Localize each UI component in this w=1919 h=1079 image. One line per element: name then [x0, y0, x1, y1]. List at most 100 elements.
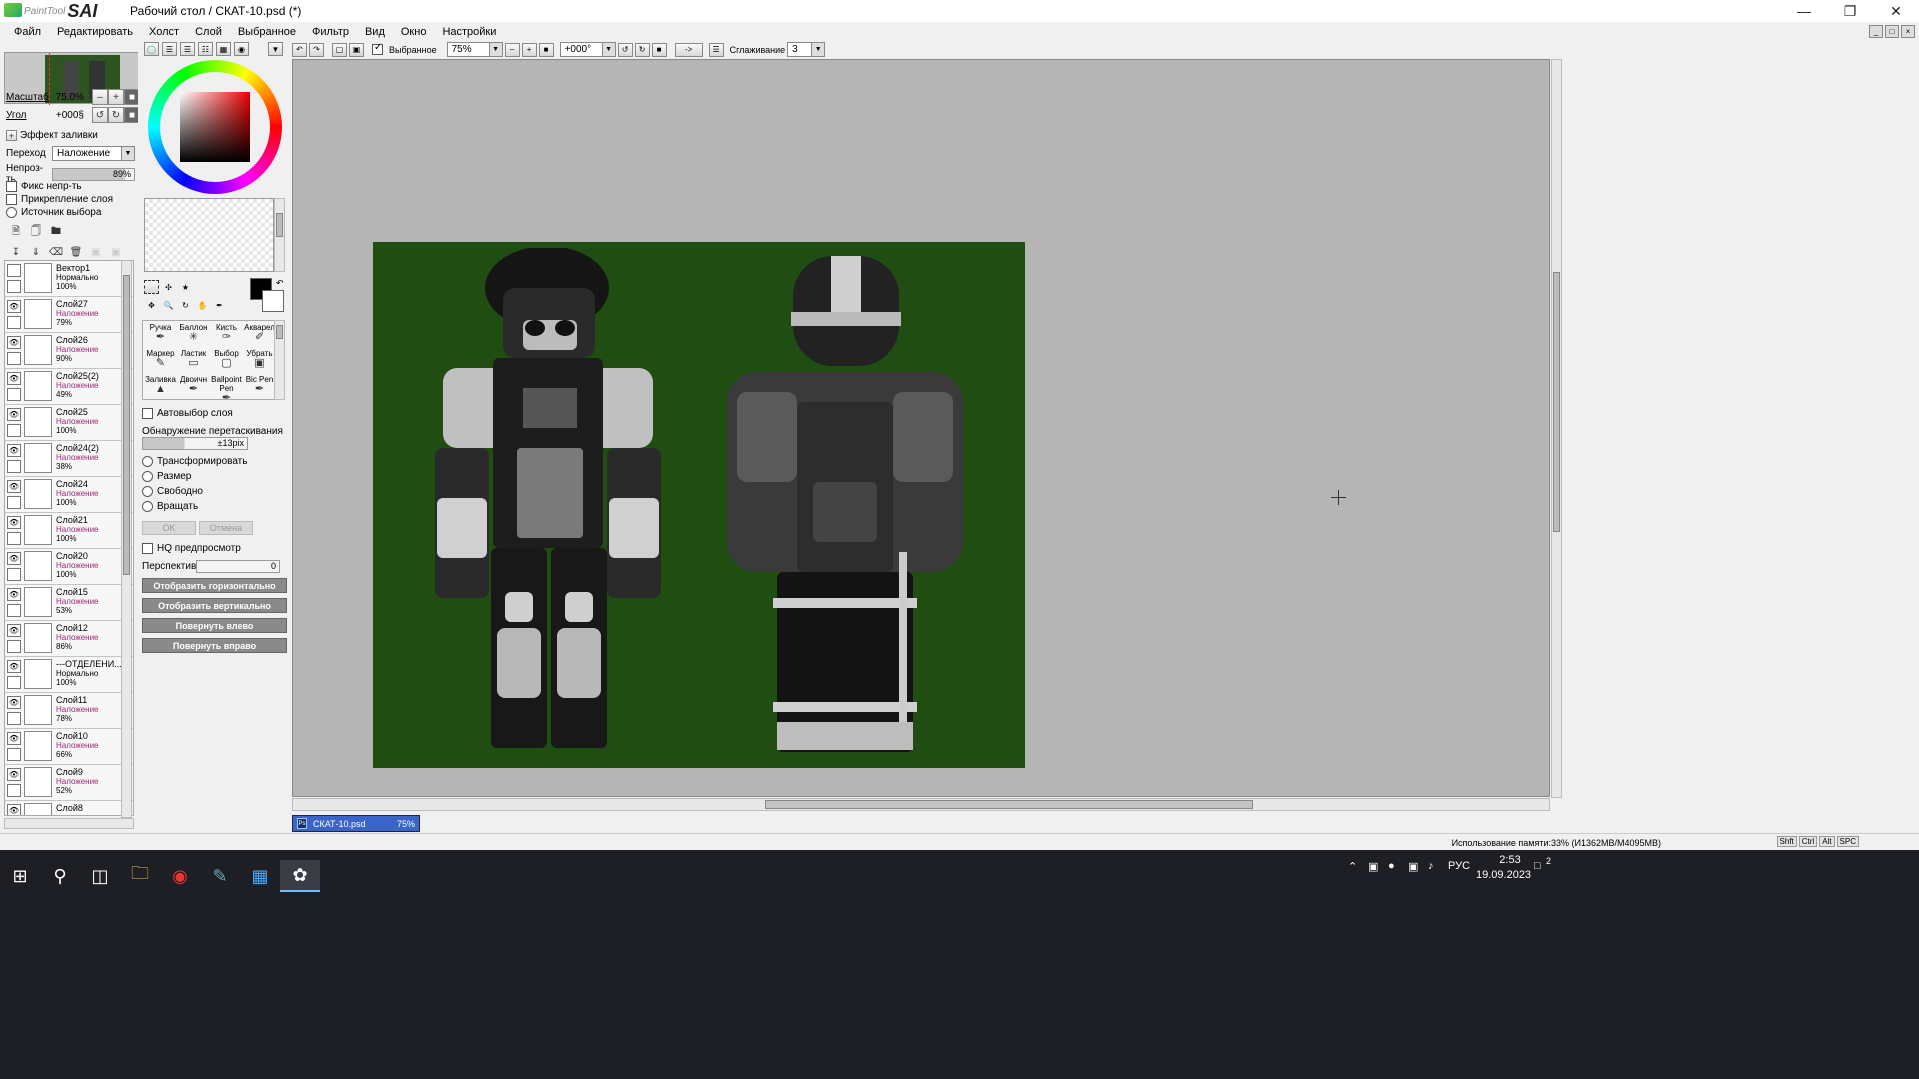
scratchpad-tab-icon[interactable]: ◉ — [234, 42, 249, 56]
language-indicator[interactable]: РУС — [1448, 860, 1470, 872]
saturation-value-square[interactable] — [180, 92, 250, 162]
clip-layer-checkbox[interactable] — [6, 194, 17, 205]
layer-row[interactable]: 👁 Слой10 Наложение 66% — [5, 729, 133, 765]
layer-lock-checkbox[interactable] — [7, 604, 21, 617]
merge-down-icon[interactable]: ⇓ — [28, 244, 44, 260]
tool-fill[interactable]: Заливка ▲ — [144, 375, 177, 401]
eye-icon[interactable]: 👁 — [7, 552, 21, 565]
hq-preview-checkbox[interactable] — [142, 543, 153, 554]
canvas-rotate-reset-icon[interactable]: ■ — [651, 42, 667, 57]
redo-icon[interactable]: ↷ — [309, 42, 324, 57]
perspective-slider[interactable]: 0 — [196, 560, 280, 573]
layer-lock-checkbox[interactable] — [7, 496, 21, 509]
menu-settings[interactable]: Настройки — [434, 26, 504, 38]
painttool-sai-taskbar-icon[interactable]: ✿ — [280, 860, 320, 892]
layer-row[interactable]: 👁 Слой8 — [5, 801, 133, 815]
menu-view[interactable]: Вид — [357, 26, 393, 38]
scratchpad-scrollbar[interactable] — [274, 198, 285, 272]
eye-icon[interactable]: 👁 — [7, 768, 21, 781]
search-icon[interactable]: ⚲ — [40, 860, 80, 892]
layer-row[interactable]: 👁 Слой25(2) Наложение 49% — [5, 369, 133, 405]
canvas-rotate-ccw-icon[interactable]: ↺ — [617, 42, 633, 57]
clock-date[interactable]: 19.09.2023 — [1476, 869, 1531, 881]
selection-source-radio[interactable] — [6, 207, 17, 218]
eye-icon[interactable]: 👁 — [7, 660, 21, 673]
layer-row[interactable]: 👁 Слой26 Наложение 90% — [5, 333, 133, 369]
layer-lock-checkbox[interactable] — [7, 424, 21, 437]
tool-watercolor[interactable]: Акварел ✐ — [243, 323, 276, 349]
document-tab[interactable]: Ps СКАТ-10.psd 75% — [292, 815, 420, 832]
opacity-slider[interactable]: 89% — [52, 167, 135, 181]
eye-icon[interactable]: 👁 — [7, 372, 21, 385]
canvas-zoom-out-icon[interactable]: – — [504, 42, 520, 57]
undo-icon[interactable]: ↶ — [292, 42, 307, 57]
eye-icon[interactable]: 👁 — [7, 804, 21, 815]
windows-start-icon[interactable]: ⊞ — [0, 860, 40, 892]
menu-canvas[interactable]: Холст — [141, 26, 187, 38]
tool-airbrush[interactable]: Баллон ✳ — [177, 323, 210, 349]
flip-canvas-button[interactable]: -> — [674, 42, 703, 57]
eye-icon[interactable]: 👁 — [7, 732, 21, 745]
calculator-icon[interactable]: ▦ — [240, 860, 280, 892]
canvas-rotate-cw-icon[interactable]: ↻ — [634, 42, 650, 57]
canvas-vscroll-thumb[interactable] — [1553, 272, 1560, 532]
eye-icon[interactable]: 👁 — [7, 408, 21, 421]
rotate-left-button[interactable]: Повернуть влево — [142, 618, 287, 633]
deselect-button-icon[interactable]: ▢ — [332, 42, 347, 57]
mdi-restore-button[interactable]: □ — [1885, 25, 1899, 38]
layer-lock-checkbox[interactable] — [7, 568, 21, 581]
eye-icon[interactable]: 👁 — [7, 300, 21, 313]
new-folder-icon[interactable]: 🖿 — [48, 224, 64, 240]
menu-selection[interactable]: Выбранное — [230, 26, 304, 38]
canvas-horizontal-scrollbar[interactable] — [292, 798, 1550, 811]
magic-wand-icon[interactable]: ★ — [178, 280, 193, 294]
layer-row[interactable]: 👁 Слой24(2) Наложение 38% — [5, 441, 133, 477]
menu-filter[interactable]: Фильтр — [304, 26, 357, 38]
eye-hidden-icon[interactable] — [7, 264, 21, 277]
menu-edit[interactable]: Редактировать — [49, 26, 141, 38]
stabilizer-icon[interactable]: ☰ — [708, 42, 724, 57]
color-wheel-tab-icon[interactable]: ◯ — [144, 42, 159, 56]
layer-row[interactable]: 👁 Слой21 Наложение 100% — [5, 513, 133, 549]
canvas-zoom-reset-icon[interactable]: ■ — [538, 42, 554, 57]
fill-effect-expand-icon[interactable]: + — [6, 130, 17, 141]
zoom-select[interactable]: 75% ▼ — [446, 42, 503, 57]
delete-layer-icon[interactable]: 🗑 — [68, 244, 84, 260]
layer-row[interactable]: Вектор1 Нормально 100% — [5, 261, 133, 297]
blend-mode-select[interactable]: Наложение ▼ — [52, 146, 135, 161]
eye-icon[interactable]: 👁 — [7, 624, 21, 637]
scratchpad[interactable] — [144, 198, 274, 272]
eye-icon[interactable]: 👁 — [7, 588, 21, 601]
layer-lock-checkbox[interactable] — [7, 784, 21, 797]
canvas-zoom-in-icon[interactable]: + — [521, 42, 537, 57]
layer-lock-checkbox[interactable] — [7, 388, 21, 401]
network-icon[interactable]: ▣ — [1408, 860, 1418, 873]
tool-bic-pen[interactable]: Bic Pen ✒ — [243, 375, 276, 401]
layer-list-scroll-thumb[interactable] — [123, 275, 130, 575]
zoom-out-button[interactable]: – — [92, 89, 108, 105]
angle-select[interactable]: +000° ▼ — [559, 42, 616, 57]
rotate-cw-button[interactable]: ↻ — [108, 107, 124, 123]
tool-marker[interactable]: Маркер ✎ — [144, 349, 177, 375]
move-icon[interactable]: ✥ — [144, 298, 159, 312]
hand-tool-icon[interactable]: ✋ — [195, 298, 210, 312]
layer-lock-checkbox[interactable] — [7, 352, 21, 365]
swap-colors-icon[interactable]: ↶ — [276, 278, 284, 289]
zoom-in-button[interactable]: + — [108, 89, 124, 105]
zoom-value[interactable]: 75.0% — [50, 92, 84, 103]
layer-lock-checkbox[interactable] — [7, 676, 21, 689]
tool-deselect[interactable]: Убрать ▣ — [243, 349, 276, 375]
layer-row[interactable]: 👁 Слой15 Наложение 53% — [5, 585, 133, 621]
rgb-slider-tab-icon[interactable]: ☰ — [162, 42, 177, 56]
tool-select[interactable]: Выбор ▢ — [210, 349, 243, 375]
color-wheel[interactable] — [148, 60, 282, 194]
auto-select-layer-checkbox[interactable] — [142, 408, 153, 419]
lasso-icon[interactable]: ✣ — [161, 280, 176, 294]
rotate-radio[interactable] — [142, 501, 153, 512]
file-explorer-icon[interactable]: 🗀 — [120, 860, 160, 892]
clock-time[interactable]: 2:53 — [1490, 854, 1530, 866]
menu-file[interactable]: Файл — [6, 26, 49, 38]
resize-radio[interactable] — [142, 471, 153, 482]
mdi-close-button[interactable]: × — [1901, 25, 1915, 38]
new-vector-layer-icon[interactable]: 🗍 — [28, 224, 44, 240]
